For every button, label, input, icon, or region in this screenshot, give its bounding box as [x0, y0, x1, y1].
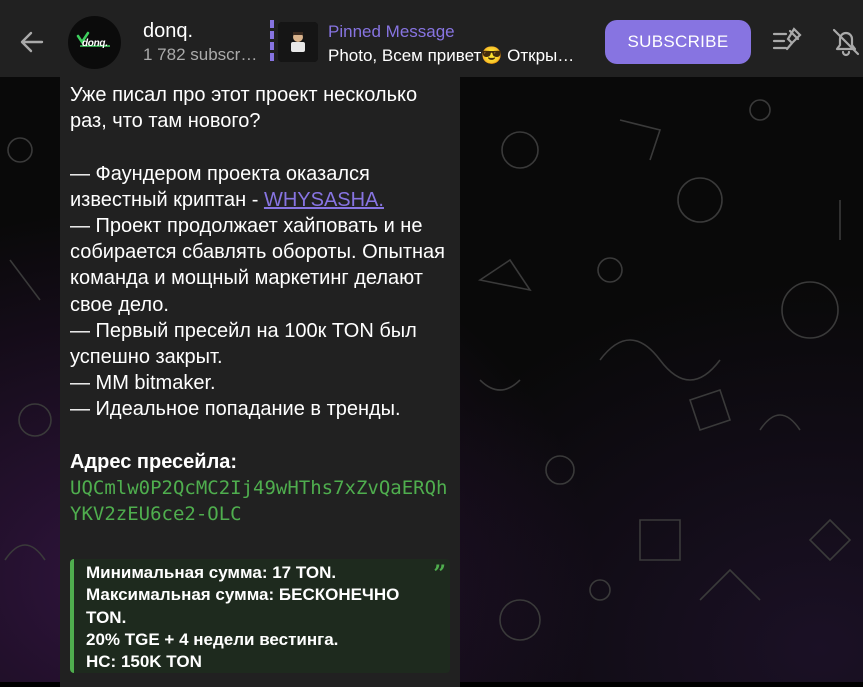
- pinned-thumbnail: [278, 22, 318, 62]
- quote-line-max: Максимальная сумма: БЕСКОНЕЧНО TON.: [86, 585, 400, 627]
- message-line-trends: — Идеальное попадание в тренды.: [70, 398, 401, 421]
- quote-icon: ”: [433, 561, 446, 587]
- message-line-mm: — MM bitmaker.: [70, 372, 216, 395]
- founder-link[interactable]: WHYSASHA.: [264, 189, 384, 211]
- message-line-presale: — Первый пресейл на 100к TON был успешно…: [70, 319, 417, 369]
- message-intro: Уже писал про этот проект несколько раз,…: [70, 84, 418, 133]
- pinned-list-button[interactable]: [770, 25, 804, 59]
- chat-header: donq. donq. 1 782 subscribers Pinned Mes…: [0, 0, 863, 77]
- pinned-indicator: [270, 20, 274, 64]
- pinned-preview: Photo, Всем привет😎 Открыли пресейл: [328, 46, 578, 65]
- pinned-list-icon: [772, 27, 802, 51]
- quote-line-min: Минимальная сумма: 17 TON.: [86, 563, 337, 582]
- message-line-founder: — Фаундером проекта оказался известный к…: [70, 161, 455, 213]
- channel-avatar[interactable]: donq.: [68, 16, 121, 69]
- back-button[interactable]: [14, 24, 50, 60]
- presale-address[interactable]: UQCmlw0P2QcMC2Ij49wHThs7xZvQaERQhYKV2zEU…: [70, 475, 455, 527]
- pinned-photo-icon: [278, 22, 318, 62]
- address-label: Адрес пресейла:: [70, 450, 238, 473]
- message-line-hype: — Проект продолжает хайповать и не собир…: [70, 215, 445, 316]
- quote-text: Минимальная сумма: 17 TON. Максимальная …: [86, 562, 416, 673]
- channel-name[interactable]: donq.: [143, 20, 193, 43]
- subscriber-count: 1 782 subscribers: [143, 45, 261, 64]
- arrow-left-icon: [20, 31, 44, 53]
- quote-line-hc: HC: 150K TON: [86, 652, 202, 672]
- mute-bell-icon: [832, 28, 860, 57]
- quote-line-tge: 20% TGE + 4 недели вестинга.: [86, 629, 339, 649]
- pinned-title: Pinned Message: [328, 22, 455, 41]
- avatar-logo-text: donq.: [82, 38, 108, 49]
- quote-block: Минимальная сумма: 17 TON. Максимальная …: [70, 559, 450, 673]
- message-text: Уже писал про этот проект несколько раз,…: [70, 82, 455, 527]
- subscribe-button[interactable]: SUBSCRIBE: [605, 20, 751, 64]
- mute-button[interactable]: [829, 25, 863, 59]
